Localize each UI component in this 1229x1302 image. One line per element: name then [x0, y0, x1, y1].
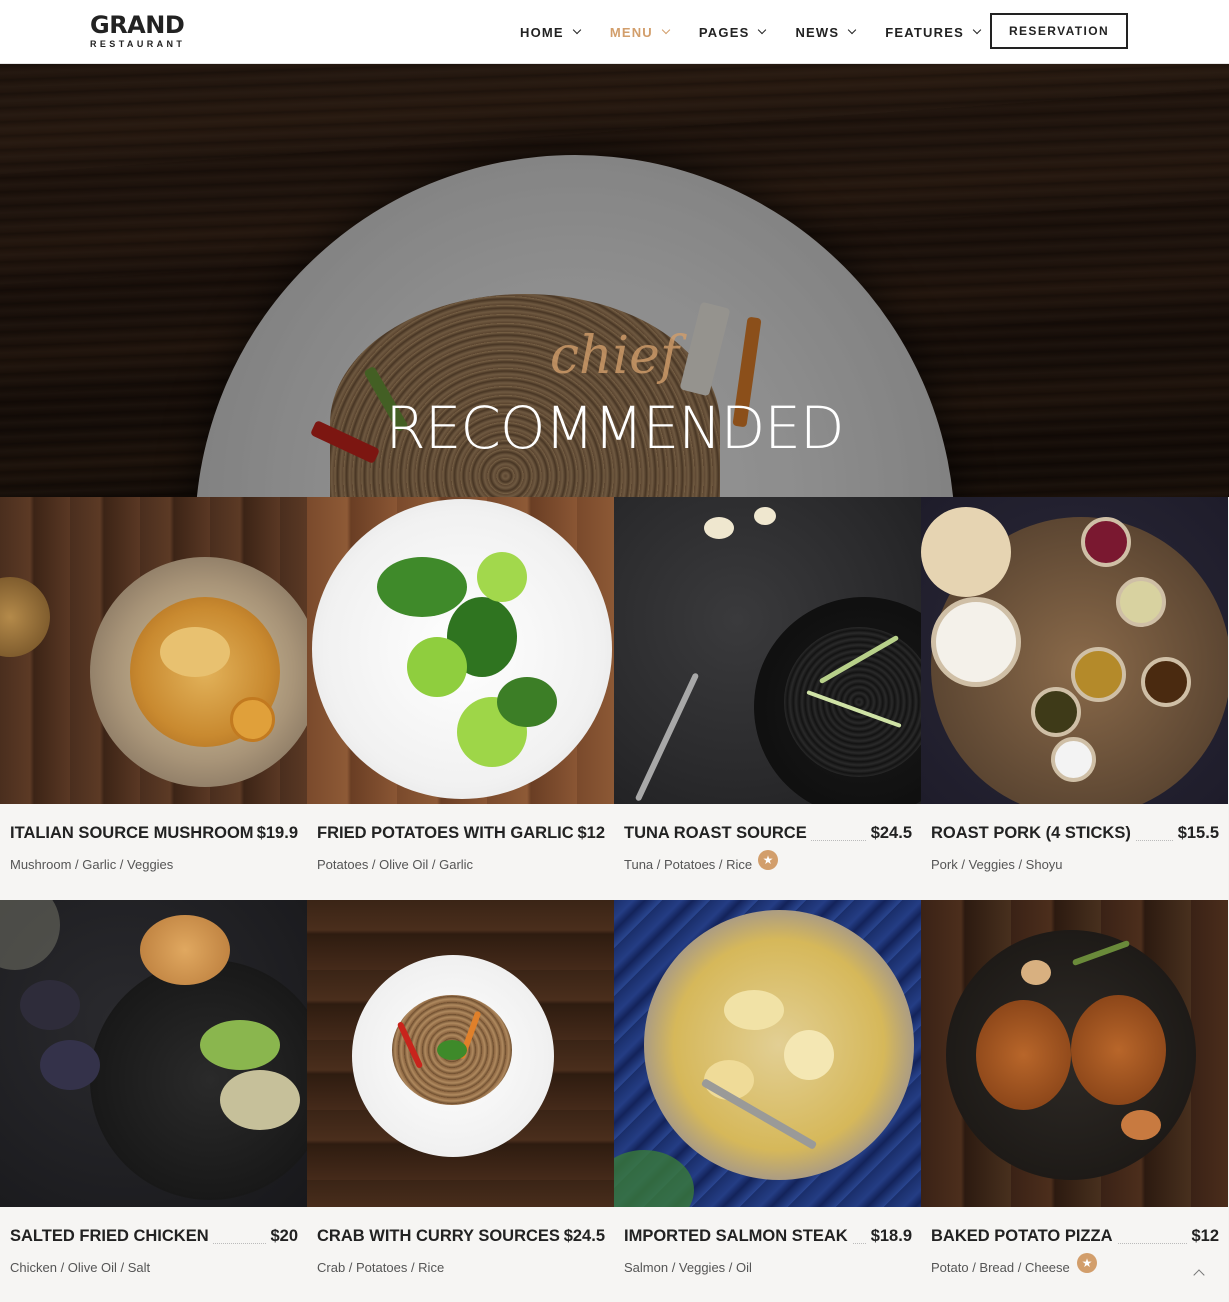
dish-ingredients: Crab / Potatoes / Rice — [317, 1260, 445, 1275]
brand-logo[interactable]: GRAND RESTAURANT — [90, 12, 190, 52]
dish-photo[interactable] — [307, 497, 614, 804]
menu-item-card[interactable]: IMPORTED SALMON STEAK $18.9 Salmon / Veg… — [614, 900, 921, 1302]
nav-item-menu[interactable]: MENU — [609, 24, 671, 40]
nav-item-label: PAGES — [698, 24, 750, 40]
menu-item-info: TUNA ROAST SOURCE $24.5 Tuna / Potatoes … — [624, 804, 912, 900]
dish-name[interactable]: CRAB WITH CURRY SOURCES — [317, 1227, 564, 1246]
menu-item-info: CRAB WITH CURRY SOURCES $24.5 Crab / Pot… — [317, 1207, 605, 1302]
chevron-down-icon — [972, 25, 982, 35]
nav-item-news[interactable]: NEWS — [795, 24, 857, 40]
star-icon: ★ — [1077, 1253, 1097, 1273]
hero-script-text: chief — [549, 326, 680, 386]
nav-item-label: HOME — [520, 24, 564, 40]
dish-price: $24.5 — [866, 824, 912, 843]
menu-item-card[interactable]: ITALIAN SOURCE MUSHROOM $19.9 Mushroom /… — [0, 497, 307, 900]
menu-item-info: ROAST PORK (4 STICKS) $15.5 Pork / Veggi… — [931, 804, 1219, 900]
dish-photo[interactable] — [921, 900, 1228, 1207]
menu-item-card[interactable]: BAKED POTATO PIZZA $12 Potato / Bread / … — [921, 900, 1228, 1302]
dish-price: $12 — [1187, 1227, 1219, 1246]
menu-item-info: BAKED POTATO PIZZA $12 Potato / Bread / … — [931, 1207, 1219, 1302]
brand-tagline: RESTAURANT — [90, 39, 186, 49]
hero-title: RECOMMENDED — [385, 394, 844, 462]
dish-price: $12 — [573, 824, 605, 843]
menu-item-info: ITALIAN SOURCE MUSHROOM $19.9 Mushroom /… — [10, 804, 298, 900]
dish-name[interactable]: ITALIAN SOURCE MUSHROOM — [10, 824, 258, 843]
menu-item-card[interactable]: FRIED POTATOES WITH GARLIC $12 Potatoes … — [307, 497, 614, 900]
dish-ingredients: Salmon / Veggies / Oil — [624, 1260, 752, 1275]
menu-item-card[interactable]: ROAST PORK (4 STICKS) $15.5 Pork / Veggi… — [921, 497, 1228, 900]
dish-price: $20 — [266, 1227, 298, 1246]
dish-photo[interactable] — [921, 497, 1228, 804]
dish-name[interactable]: BAKED POTATO PIZZA — [931, 1227, 1117, 1246]
dish-price: $24.5 — [559, 1227, 605, 1246]
dish-ingredients: Pork / Veggies / Shoyu — [931, 857, 1063, 872]
chevron-down-icon — [572, 25, 582, 35]
dish-price: $15.5 — [1173, 824, 1219, 843]
nav-item-pages[interactable]: PAGES — [698, 24, 767, 40]
brand-name: GRAND — [90, 11, 185, 39]
menu-item-card[interactable]: CRAB WITH CURRY SOURCES $24.5 Crab / Pot… — [307, 900, 614, 1302]
dish-ingredients: Potatoes / Olive Oil / Garlic — [317, 857, 474, 872]
dish-photo[interactable] — [614, 497, 921, 804]
reservation-button[interactable]: RESERVATION — [990, 13, 1128, 49]
dish-ingredients: Mushroom / Garlic / Veggies — [10, 857, 174, 872]
star-icon: ★ — [758, 850, 778, 870]
menu-item-info: IMPORTED SALMON STEAK $18.9 Salmon / Veg… — [624, 1207, 912, 1302]
dish-price: $18.9 — [866, 1227, 912, 1246]
menu-item-card[interactable]: SALTED FRIED CHICKEN $20 Chicken / Olive… — [0, 900, 307, 1302]
dish-name[interactable]: FRIED POTATOES WITH GARLIC — [317, 824, 578, 843]
dish-photo[interactable] — [307, 900, 614, 1207]
hero-banner: chief RECOMMENDED — [0, 64, 1229, 497]
menu-item-info: SALTED FRIED CHICKEN $20 Chicken / Olive… — [10, 1207, 298, 1302]
dish-name[interactable]: IMPORTED SALMON STEAK — [624, 1227, 852, 1246]
dish-photo[interactable] — [614, 900, 921, 1207]
dish-ingredients: Potato / Bread / Cheese — [931, 1260, 1070, 1275]
site-header: GRAND RESTAURANT HOME MENU PAGES NEWS FE… — [0, 0, 1229, 64]
dish-ingredients: Chicken / Olive Oil / Salt — [10, 1260, 151, 1275]
dish-photo[interactable] — [0, 497, 307, 804]
nav-item-label: NEWS — [795, 24, 840, 40]
chevron-down-icon — [848, 25, 857, 35]
dish-ingredients: Tuna / Potatoes / Rice — [624, 857, 753, 872]
dish-name[interactable]: ROAST PORK (4 STICKS) — [931, 824, 1135, 843]
dish-name[interactable]: TUNA ROAST SOURCE — [624, 824, 811, 843]
dish-photo[interactable] — [0, 900, 307, 1207]
main-nav: HOME MENU PAGES NEWS FEATURES — [520, 0, 1010, 64]
dish-price: $19.9 — [252, 824, 298, 843]
menu-item-card[interactable]: TUNA ROAST SOURCE $24.5 Tuna / Potatoes … — [614, 497, 921, 900]
menu-item-info: FRIED POTATOES WITH GARLIC $12 Potatoes … — [317, 804, 605, 900]
menu-grid: ITALIAN SOURCE MUSHROOM $19.9 Mushroom /… — [0, 497, 1229, 1302]
nav-item-home[interactable]: HOME — [520, 24, 582, 40]
nav-item-label: FEATURES — [885, 24, 964, 40]
dish-name[interactable]: SALTED FRIED CHICKEN — [10, 1227, 213, 1246]
nav-item-features[interactable]: FEATURES — [885, 24, 982, 40]
chevron-down-icon — [758, 25, 767, 35]
chevron-down-icon — [661, 25, 671, 35]
nav-item-label: MENU — [609, 24, 653, 40]
chevron-up-icon[interactable] — [1189, 1262, 1211, 1284]
